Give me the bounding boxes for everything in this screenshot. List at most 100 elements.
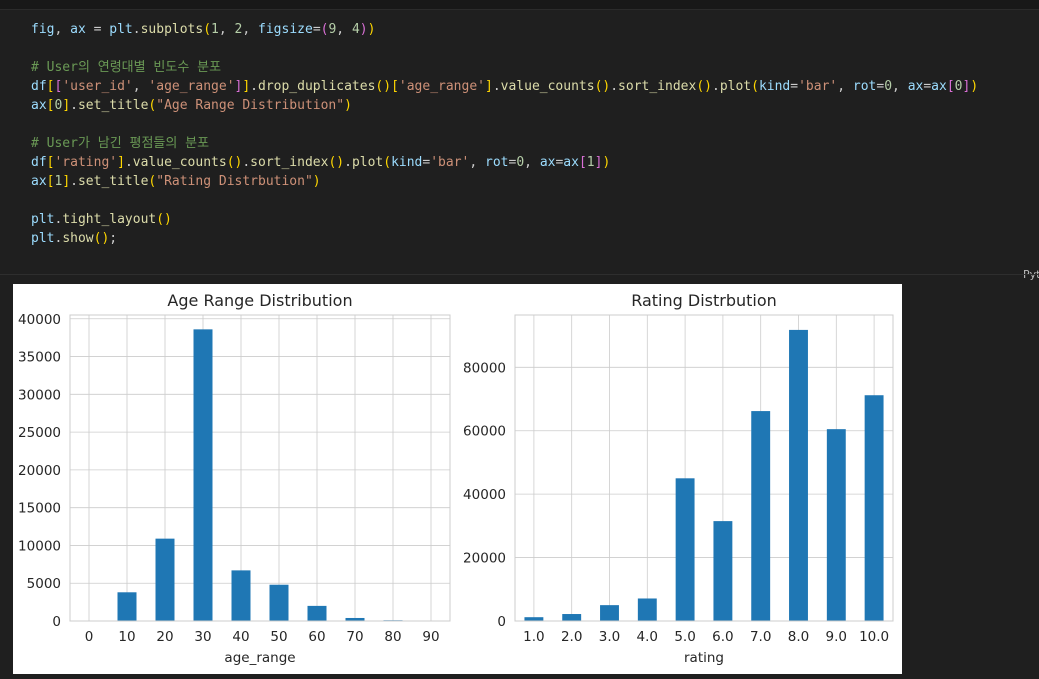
code-token: () [696, 79, 712, 94]
y-tick-label: 5000 [27, 576, 61, 592]
code-token: ax [931, 79, 947, 94]
code-token: ) [970, 79, 979, 94]
x-tick-label: 8.0 [788, 629, 809, 645]
code-token: ; [109, 231, 118, 246]
code-token: 'age_range' [148, 79, 235, 94]
code-line[interactable]: ax[0].set_title("Age Range Distribution"… [31, 96, 352, 115]
code-token: . [344, 155, 352, 170]
code-token: = [790, 79, 799, 94]
y-tick-label: 30000 [18, 387, 61, 403]
code-token: 4 [351, 22, 360, 37]
x-tick-label: 2.0 [561, 629, 582, 645]
code-token: # User의 연령대별 빈도수 분포 [31, 60, 222, 75]
x-tick-label: 40 [232, 629, 249, 645]
bar-6.0 [713, 521, 733, 621]
code-line[interactable]: plt.tight_layout() [31, 210, 172, 229]
code-token: , [54, 22, 71, 37]
code-line[interactable]: plt.show(); [31, 229, 117, 248]
code-token: ] [62, 98, 71, 113]
figure-canvas: 0500010000150002000025000300003500040000… [18, 291, 894, 666]
code-token: 'age_range' [398, 79, 485, 94]
code-token: df [31, 155, 47, 170]
code-line[interactable]: # User의 연령대별 빈도수 분포 [31, 58, 221, 77]
code-token: 'bar' [430, 155, 470, 170]
code-line[interactable]: # User가 남긴 평점들의 분포 [31, 134, 209, 153]
code-line[interactable]: fig, ax = plt.subplots(1, 2, figsize=(9,… [31, 20, 375, 39]
code-token: subplots [140, 22, 204, 37]
bar-8.0 [789, 329, 808, 621]
code-token: 'bar' [798, 79, 838, 94]
x-tick-label: 10.0 [859, 629, 889, 645]
code-token: . [132, 22, 141, 37]
x-tick-label: 5.0 [674, 629, 695, 645]
x-tick-label: 3.0 [599, 629, 620, 645]
x-axis-label: age_range [224, 650, 295, 666]
code-token: ( [751, 79, 759, 94]
code-line[interactable]: df['rating'].value_counts().sort_index()… [31, 153, 610, 172]
code-token: fig [31, 22, 55, 37]
code-token: () [156, 212, 172, 227]
x-tick-label: 20 [156, 629, 173, 645]
x-tick-label: 4.0 [637, 629, 658, 645]
code-token: ax [539, 155, 556, 170]
code-token: [ [578, 155, 587, 170]
bar-40 [231, 570, 251, 621]
code-line[interactable]: df[['user_id', 'age_range']].drop_duplic… [31, 77, 978, 96]
bar-5.0 [675, 478, 695, 621]
code-token: df [31, 79, 47, 94]
code-token: set_title [77, 98, 149, 113]
bar-20 [155, 538, 175, 621]
code-token: plot [351, 155, 384, 170]
x-tick-label: 70 [346, 629, 363, 645]
code-token: sort_index [618, 79, 697, 94]
code-token: () [594, 79, 611, 94]
code-token: , [469, 155, 486, 170]
code-token: () [226, 155, 243, 170]
code-token: plt [31, 231, 55, 246]
code-cell[interactable]: fig, ax = plt.subplots(1, 2, figsize=(9,… [0, 10, 1039, 281]
code-token: ) [359, 22, 368, 37]
y-tick-label: 20000 [463, 551, 506, 567]
x-tick-label: 90 [422, 629, 439, 645]
code-token: , [892, 79, 908, 94]
bar-2.0 [562, 614, 582, 621]
code-token: 1 [586, 155, 595, 170]
code-token: () [375, 79, 392, 94]
code-token: () [93, 231, 110, 246]
x-tick-label: 30 [194, 629, 211, 645]
code-token: ) [344, 98, 352, 113]
x-axis-label: rating [684, 650, 724, 666]
bar-9.0 [826, 429, 846, 621]
y-tick-label: 0 [52, 614, 61, 630]
code-token: 0 [884, 79, 893, 94]
bar-4.0 [637, 598, 657, 621]
code-token: sort_index [250, 155, 329, 170]
x-tick-label: 0 [85, 629, 94, 645]
x-tick-label: 60 [308, 629, 325, 645]
chart-title: Age Range Distribution [167, 291, 352, 310]
code-token: () [328, 155, 345, 170]
top-strip [0, 0, 1039, 10]
bar-10 [117, 592, 137, 621]
x-tick-label: 50 [270, 629, 287, 645]
code-token: kind [758, 79, 791, 94]
code-token: ax [70, 22, 86, 37]
code-token: . [250, 79, 258, 94]
code-token: ] [62, 174, 71, 189]
x-tick-label: 80 [384, 629, 401, 645]
x-tick-label: 7.0 [750, 629, 771, 645]
y-tick-label: 15000 [18, 501, 61, 517]
code-token: rot [852, 79, 877, 94]
code-token: = [85, 22, 110, 37]
code-token: plt [31, 212, 55, 227]
code-token: "Rating Distrbution" [156, 174, 313, 189]
code-token: # User가 남긴 평점들의 분포 [31, 136, 210, 151]
code-line[interactable]: ax[1].set_title("Rating Distrbution") [31, 172, 321, 191]
x-tick-label: 10 [118, 629, 135, 645]
code-token: [ [391, 79, 399, 94]
code-token: 'rating' [54, 155, 118, 170]
code-token: 'user_id' [62, 79, 133, 94]
code-token: set_title [77, 174, 149, 189]
code-token: . [70, 174, 78, 189]
cell-divider [0, 274, 1039, 275]
